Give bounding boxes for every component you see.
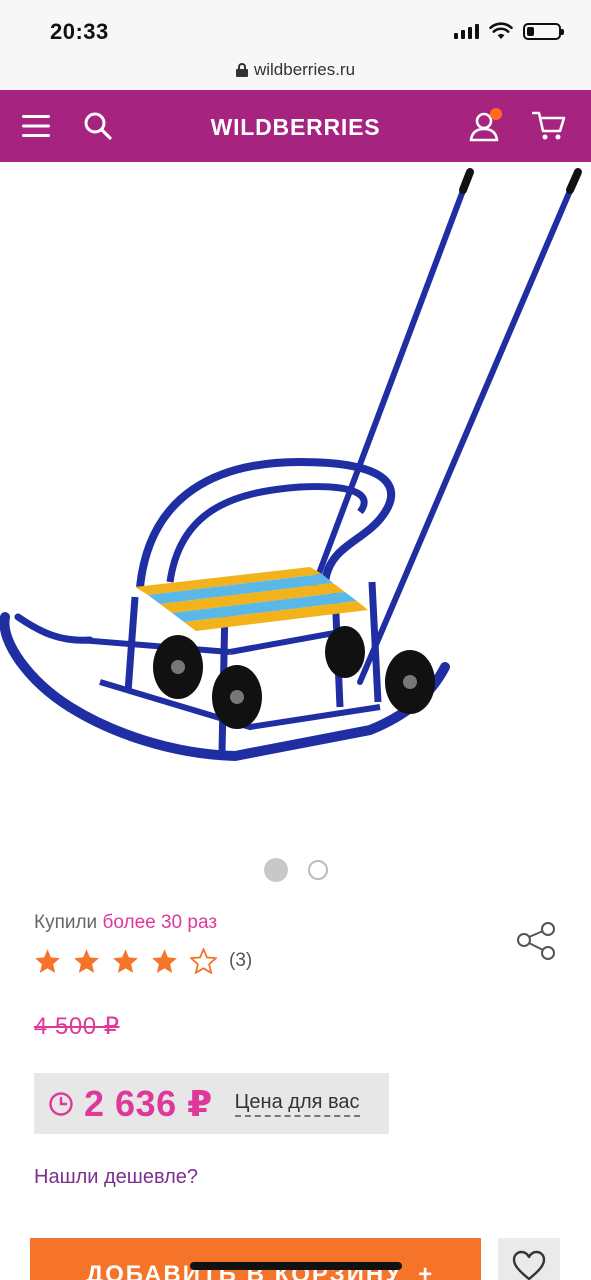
star-icon	[113, 949, 138, 973]
current-price: 2 636 ₽	[84, 1082, 213, 1124]
home-indicator	[190, 1262, 402, 1270]
rating-stars	[34, 948, 217, 974]
pager-dot-1[interactable]	[263, 858, 288, 882]
product-rating[interactable]: (3)	[34, 948, 252, 974]
old-price: 4 500 ₽	[34, 1013, 120, 1040]
purchase-count-prefix: Купили	[34, 912, 98, 933]
heart-icon	[512, 1250, 546, 1280]
site-header: WILDBERRIES	[0, 90, 591, 162]
share-button[interactable]	[514, 920, 560, 964]
battery-icon	[523, 22, 564, 40]
clock-icon	[49, 1091, 73, 1116]
sled-image	[0, 168, 582, 762]
purchase-count: Купили более 30 раз	[34, 912, 217, 934]
lock-icon	[235, 63, 248, 77]
url-text: wildberries.ru	[253, 60, 356, 79]
purchase-count-highlight: более 30 раз	[102, 912, 218, 933]
wifi-icon	[489, 22, 513, 39]
profile-button[interactable]	[462, 104, 506, 148]
star-icon	[152, 949, 177, 973]
price-label[interactable]: Цена для вас	[234, 1091, 360, 1117]
notification-dot	[490, 108, 502, 120]
status-bar: 20:33	[0, 0, 591, 50]
share-icon	[517, 922, 555, 960]
image-pager	[0, 858, 591, 882]
found-cheaper-link[interactable]: Нашли дешевле?	[34, 1166, 198, 1189]
add-to-cart-button[interactable]: ДОБАВИТЬ В КОРЗИНУ +	[30, 1238, 481, 1280]
cart-button[interactable]	[527, 104, 571, 148]
wishlist-button[interactable]	[498, 1238, 560, 1280]
cart-icon	[532, 111, 566, 140]
status-time: 20:33	[50, 19, 109, 44]
status-icons	[454, 22, 564, 40]
add-to-cart-plus: +	[418, 1261, 435, 1280]
cellular-signal-icon	[454, 23, 479, 39]
price-box: 2 636 ₽ Цена для вас	[34, 1073, 389, 1134]
star-icon	[74, 949, 99, 973]
battery-level	[527, 26, 534, 36]
url-bar[interactable]: wildberries.ru	[0, 50, 591, 90]
product-image[interactable]	[0, 162, 591, 842]
star-icon	[190, 948, 217, 974]
star-icon	[35, 949, 60, 973]
reviews-count[interactable]: (3)	[229, 950, 252, 972]
pager-dot-2[interactable]	[307, 860, 328, 880]
